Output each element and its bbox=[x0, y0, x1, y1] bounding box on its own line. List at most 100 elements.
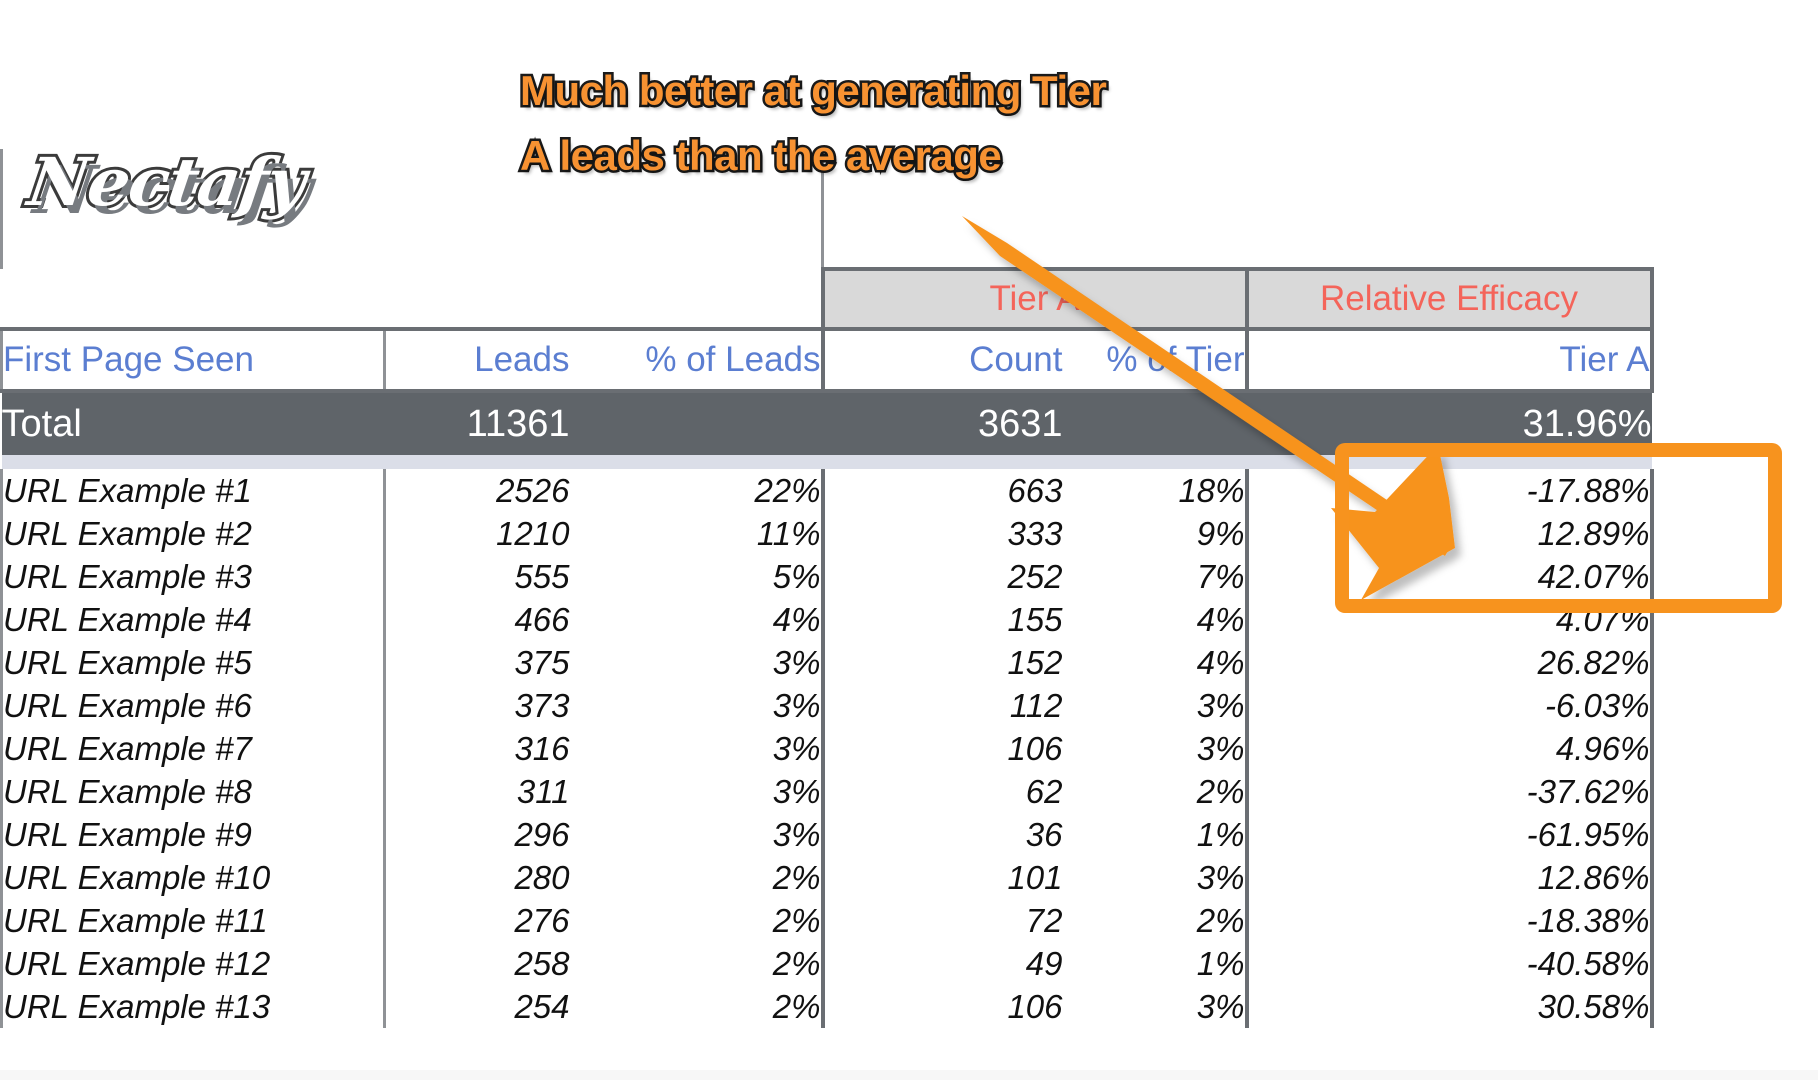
row-count: 36 bbox=[822, 813, 1063, 856]
row-url: URL Example #11 bbox=[0, 899, 386, 942]
row-pct-of-leads: 2% bbox=[569, 985, 825, 1028]
row-pct-of-leads: 4% bbox=[569, 598, 825, 641]
table-row: URL Example #6 373 3% 112 3% -6.03% bbox=[0, 684, 1772, 727]
row-efficacy: 12.86% bbox=[1246, 856, 1654, 899]
table-row: URL Example #11 276 2% 72 2% -18.38% bbox=[0, 899, 1772, 942]
column-header-pct-of-tier[interactable]: % of Tier bbox=[1062, 327, 1249, 393]
row-pct-of-tier: 3% bbox=[1062, 684, 1249, 727]
row-pad bbox=[1651, 770, 1772, 813]
row-count: 49 bbox=[822, 942, 1063, 985]
row-leads: 466 bbox=[384, 598, 570, 641]
row-pad bbox=[1651, 985, 1772, 1028]
column-header-pct-of-leads[interactable]: % of Leads bbox=[569, 327, 825, 393]
row-leads: 296 bbox=[384, 813, 570, 856]
row-efficacy: -37.62% bbox=[1246, 770, 1654, 813]
table-row: URL Example #4 466 4% 155 4% 4.07% bbox=[0, 598, 1772, 641]
row-pct-of-tier: 9% bbox=[1062, 512, 1249, 555]
row-pct-of-tier: 2% bbox=[1062, 899, 1249, 942]
spreadsheet-table-wrapper: Nectafy Tier A Relative Efficacy First P… bbox=[0, 149, 1772, 1028]
total-efficacy: 31.96% bbox=[1246, 391, 1652, 455]
row-leads: 555 bbox=[384, 555, 570, 598]
row-pct-of-tier: 18% bbox=[1062, 469, 1249, 512]
row-leads: 1210 bbox=[384, 512, 570, 555]
row-leads: 276 bbox=[384, 899, 570, 942]
row-efficacy: 4.07% bbox=[1246, 598, 1654, 641]
row-url: URL Example #8 bbox=[0, 770, 386, 813]
row-pct-of-leads: 2% bbox=[569, 942, 825, 985]
row-efficacy: 30.58% bbox=[1246, 985, 1654, 1028]
total-row: Total 11361 3631 31.96% bbox=[1, 391, 1772, 455]
row-leads: 2526 bbox=[384, 469, 570, 512]
row-spacer-cell bbox=[1, 455, 1652, 469]
total-pct-leads bbox=[569, 391, 823, 455]
row-pct-of-tier: 2% bbox=[1062, 770, 1249, 813]
group-header-pad bbox=[1651, 269, 1772, 329]
row-pad bbox=[1651, 684, 1772, 727]
row-url: URL Example #2 bbox=[0, 512, 386, 555]
row-leads: 280 bbox=[384, 856, 570, 899]
row-pct-of-tier: 3% bbox=[1062, 985, 1249, 1028]
bottom-edge-mask bbox=[0, 1070, 1818, 1080]
row-pct-of-tier: 1% bbox=[1062, 942, 1249, 985]
row-pad bbox=[1651, 469, 1772, 512]
row-leads: 254 bbox=[384, 985, 570, 1028]
column-header-efficacy-tier-a[interactable]: Tier A bbox=[1246, 327, 1654, 393]
group-header-relative-efficacy: Relative Efficacy bbox=[1246, 267, 1654, 331]
row-url: URL Example #9 bbox=[0, 813, 386, 856]
row-count: 152 bbox=[822, 641, 1063, 684]
table-row: URL Example #8 311 3% 62 2% -37.62% bbox=[0, 770, 1772, 813]
table-row: URL Example #10 280 2% 101 3% 12.86% bbox=[0, 856, 1772, 899]
group-header-blank bbox=[1, 269, 823, 329]
total-label: Total bbox=[1, 391, 385, 455]
row-url: URL Example #6 bbox=[0, 684, 386, 727]
row-pct-of-leads: 5% bbox=[569, 555, 825, 598]
row-pct-of-leads: 3% bbox=[569, 813, 825, 856]
row-pct-of-leads: 3% bbox=[569, 641, 825, 684]
row-count: 106 bbox=[822, 727, 1063, 770]
row-efficacy: 42.07% bbox=[1246, 555, 1654, 598]
row-efficacy: -40.58% bbox=[1246, 942, 1654, 985]
row-count: 252 bbox=[822, 555, 1063, 598]
column-header-row: First Page Seen Leads % of Leads Count %… bbox=[0, 327, 1772, 393]
nectafy-logo: Nectafy bbox=[21, 149, 313, 224]
row-count: 333 bbox=[822, 512, 1063, 555]
row-spacer-pad bbox=[1651, 455, 1772, 469]
table-row: URL Example #1 2526 22% 663 18% -17.88% bbox=[0, 469, 1772, 512]
row-count: 663 bbox=[822, 469, 1063, 512]
row-pad bbox=[1651, 598, 1772, 641]
table-row: URL Example #9 296 3% 36 1% -61.95% bbox=[0, 813, 1772, 856]
row-url: URL Example #5 bbox=[0, 641, 386, 684]
row-efficacy: 26.82% bbox=[1246, 641, 1654, 684]
row-efficacy: -18.38% bbox=[1246, 899, 1654, 942]
row-leads: 311 bbox=[384, 770, 570, 813]
total-count: 3631 bbox=[822, 391, 1063, 455]
column-header-count[interactable]: Count bbox=[822, 327, 1063, 393]
row-pad bbox=[1651, 942, 1772, 985]
row-pad bbox=[1651, 512, 1772, 555]
row-count: 62 bbox=[822, 770, 1063, 813]
table-row: URL Example #3 555 5% 252 7% 42.07% bbox=[0, 555, 1772, 598]
column-header-first-page-seen[interactable]: First Page Seen bbox=[0, 327, 386, 393]
row-pct-of-leads: 2% bbox=[569, 899, 825, 942]
logo-cell: Nectafy bbox=[0, 149, 824, 269]
row-efficacy: 12.89% bbox=[1246, 512, 1654, 555]
logo-row: Nectafy bbox=[0, 149, 1772, 269]
row-url: URL Example #4 bbox=[0, 598, 386, 641]
row-url: URL Example #3 bbox=[0, 555, 386, 598]
row-pct-of-leads: 3% bbox=[569, 727, 825, 770]
row-pad bbox=[1651, 727, 1772, 770]
table-row: URL Example #7 316 3% 106 3% 4.96% bbox=[0, 727, 1772, 770]
total-pct-tier bbox=[1062, 391, 1247, 455]
row-efficacy: -61.95% bbox=[1246, 813, 1654, 856]
row-pct-of-tier: 3% bbox=[1062, 727, 1249, 770]
column-header-leads[interactable]: Leads bbox=[384, 327, 570, 393]
group-header-row: Tier A Relative Efficacy bbox=[1, 267, 1772, 331]
table-row: URL Example #2 1210 11% 333 9% 12.89% bbox=[0, 512, 1772, 555]
row-leads: 373 bbox=[384, 684, 570, 727]
row-pct-of-tier: 4% bbox=[1062, 598, 1249, 641]
row-spacer bbox=[1, 455, 1772, 469]
row-count: 155 bbox=[822, 598, 1063, 641]
row-url: URL Example #1 bbox=[0, 469, 386, 512]
row-pct-of-tier: 1% bbox=[1062, 813, 1249, 856]
row-pct-of-leads: 2% bbox=[569, 856, 825, 899]
